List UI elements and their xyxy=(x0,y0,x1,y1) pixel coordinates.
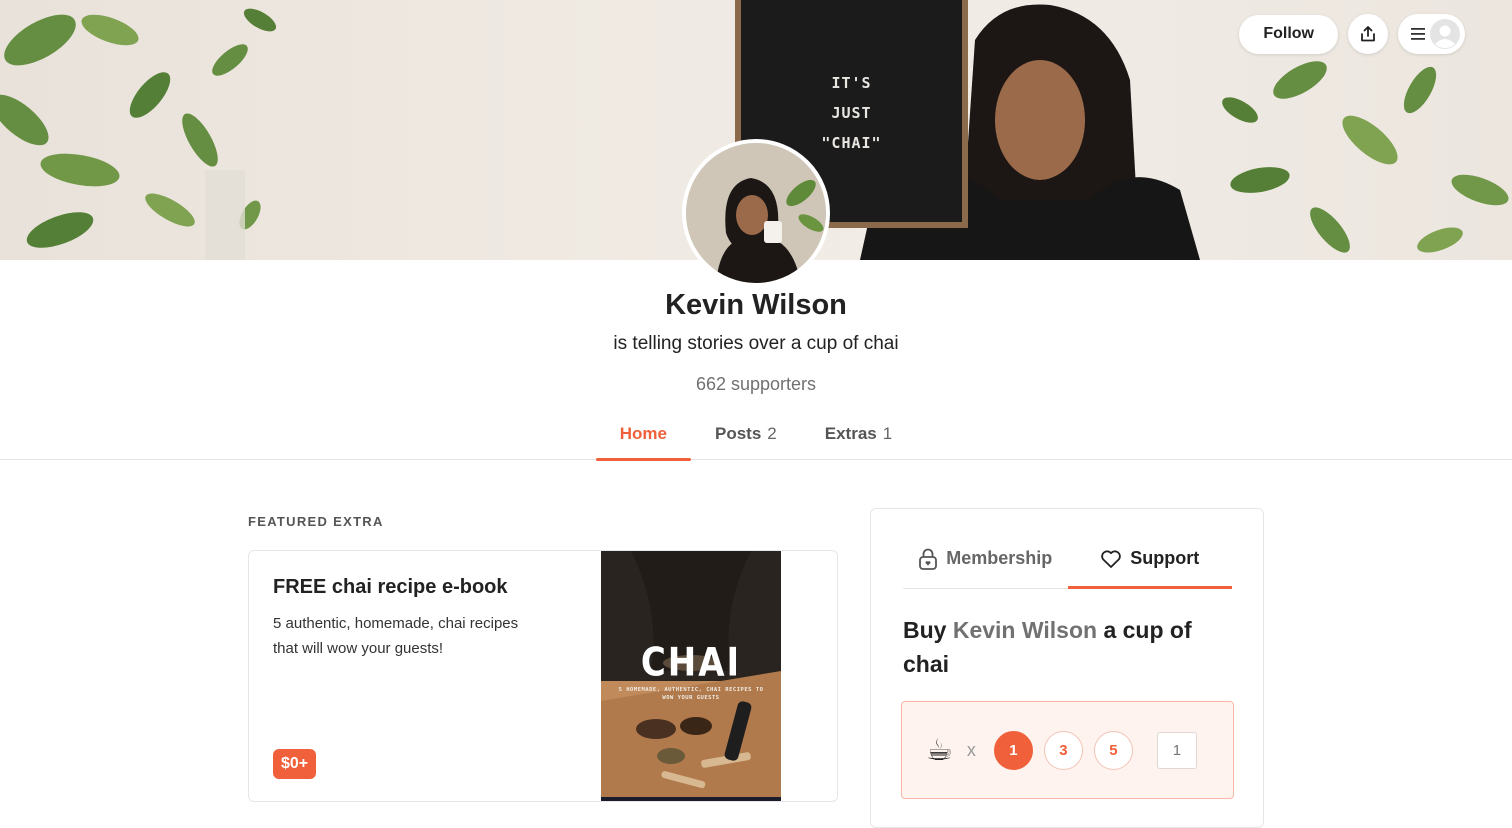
tab-support[interactable]: Support xyxy=(1067,529,1233,589)
buy-heading-name: Kevin Wilson xyxy=(952,617,1098,643)
price-badge: $0+ xyxy=(273,749,317,779)
ebook-cover: CHAI 5 HOMEMADE, AUTHENTIC, CHAI RECIPES… xyxy=(601,551,781,801)
user-menu-button[interactable] xyxy=(1398,14,1465,54)
ebook-subtitle: 5 HOMEMADE, AUTHENTIC, CHAI RECIPES TO W… xyxy=(618,687,764,701)
tab-extras[interactable]: Extras 1 xyxy=(801,414,916,460)
tab-label: Home xyxy=(619,424,667,443)
custom-quantity-input[interactable] xyxy=(1156,731,1197,769)
buy-heading-pre: Buy xyxy=(903,617,947,643)
tab-home[interactable]: Home xyxy=(595,414,692,461)
coffee-cup-icon: ☕ xyxy=(926,733,953,767)
tab-label: Posts xyxy=(715,424,762,443)
tab-label: Extras xyxy=(824,424,877,443)
creator-tagline: is telling stories over a cup of chai xyxy=(613,333,899,354)
featured-section-label: FEATURED EXTRA xyxy=(248,514,384,529)
share-icon xyxy=(1361,26,1375,42)
tab-posts[interactable]: Posts 2 xyxy=(691,414,801,460)
supporters-count: 662 supporters xyxy=(695,374,817,394)
tab-membership[interactable]: Membership xyxy=(903,529,1068,588)
letterboard-line: JUST xyxy=(831,104,872,122)
share-button[interactable] xyxy=(1348,14,1388,54)
top-actions: Follow xyxy=(1239,14,1465,54)
profile-avatar xyxy=(682,139,830,287)
quantity-option-3[interactable]: 3 xyxy=(1043,730,1083,770)
extra-title: FREE chai recipe e-book xyxy=(273,576,508,598)
letterboard-line: "CHAI" xyxy=(821,134,882,152)
lock-icon xyxy=(919,548,938,570)
extra-description: 5 authentic, homemade, chai recipes that… xyxy=(273,615,519,657)
tab-count: 1 xyxy=(882,424,893,443)
buy-heading: Buy Kevin Wilson a cup of chai xyxy=(903,613,1223,681)
support-tabs: Membership Support xyxy=(903,529,1232,589)
profile-photo xyxy=(686,143,826,283)
multiplier-sign: x xyxy=(966,739,976,760)
letterboard-line: IT'S xyxy=(831,74,872,92)
hamburger-icon xyxy=(1411,28,1425,40)
quantity-option-1[interactable]: 1 xyxy=(993,730,1033,770)
heart-icon xyxy=(1101,549,1122,568)
user-avatar-icon xyxy=(1430,19,1460,49)
featured-extra-card[interactable]: FREE chai recipe e-book 5 authentic, hom… xyxy=(248,550,838,802)
tab-count: 2 xyxy=(767,424,777,443)
tab-label: Support xyxy=(1130,548,1200,568)
tab-label: Membership xyxy=(946,548,1053,568)
creator-name: Kevin Wilson xyxy=(665,289,847,321)
quantity-option-5[interactable]: 5 xyxy=(1093,730,1133,770)
profile-tabs: Home Posts 2 Extras 1 xyxy=(0,414,1512,461)
follow-button[interactable]: Follow xyxy=(1239,14,1338,54)
support-widget: Membership Support Buy Kevin Wilson a cu… xyxy=(870,508,1264,828)
quantity-selector: ☕ x 1 3 5 xyxy=(901,701,1234,799)
ebook-title: CHAI xyxy=(640,640,742,686)
